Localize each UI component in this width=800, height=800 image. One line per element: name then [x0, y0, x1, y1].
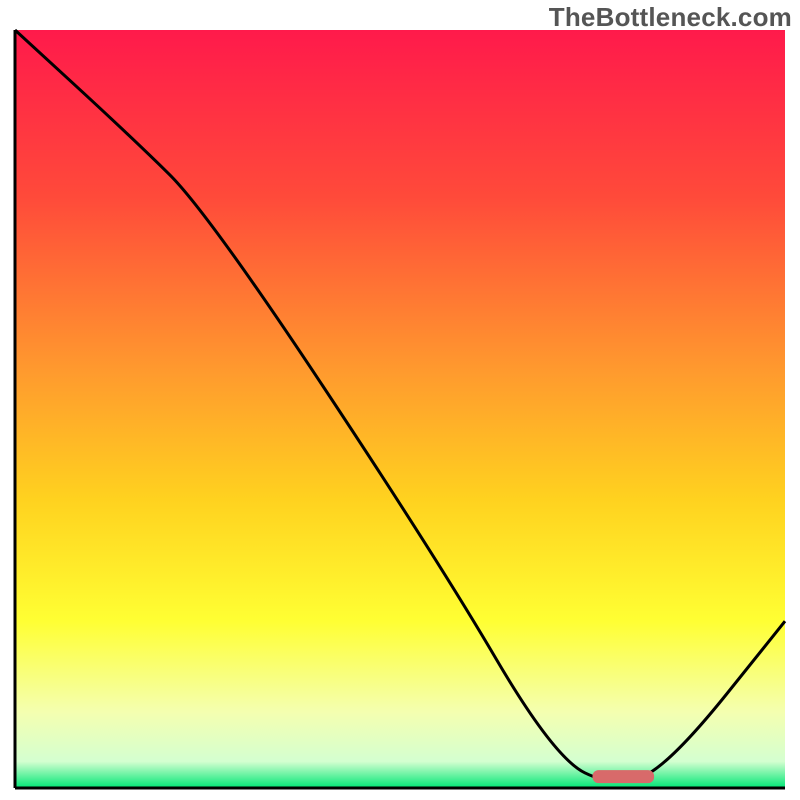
optimal-marker	[593, 770, 655, 783]
watermark-text: TheBottleneck.com	[549, 2, 792, 33]
bottleneck-chart	[0, 0, 800, 800]
gradient-background	[15, 30, 785, 788]
